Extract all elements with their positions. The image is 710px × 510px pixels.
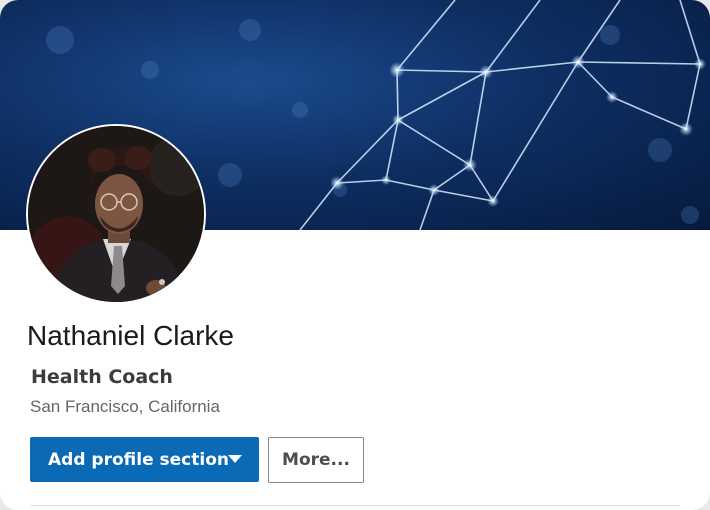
avatar[interactable] [26,124,206,304]
add-profile-section-button[interactable]: Add profile section [30,437,259,482]
avatar-portrait [28,126,204,302]
more-button[interactable]: More... [268,437,364,483]
more-button-label: More... [282,450,350,470]
chevron-down-icon[interactable] [228,455,242,463]
profile-location: San Francisco, California [30,397,220,416]
profile-headline: Health Coach [31,366,173,388]
divider [30,505,680,506]
profile-card: Nathaniel Clarke Health Coach San Franci… [0,0,710,510]
add-profile-section-label: Add profile section [48,449,229,470]
profile-name: Nathaniel Clarke [27,320,234,351]
